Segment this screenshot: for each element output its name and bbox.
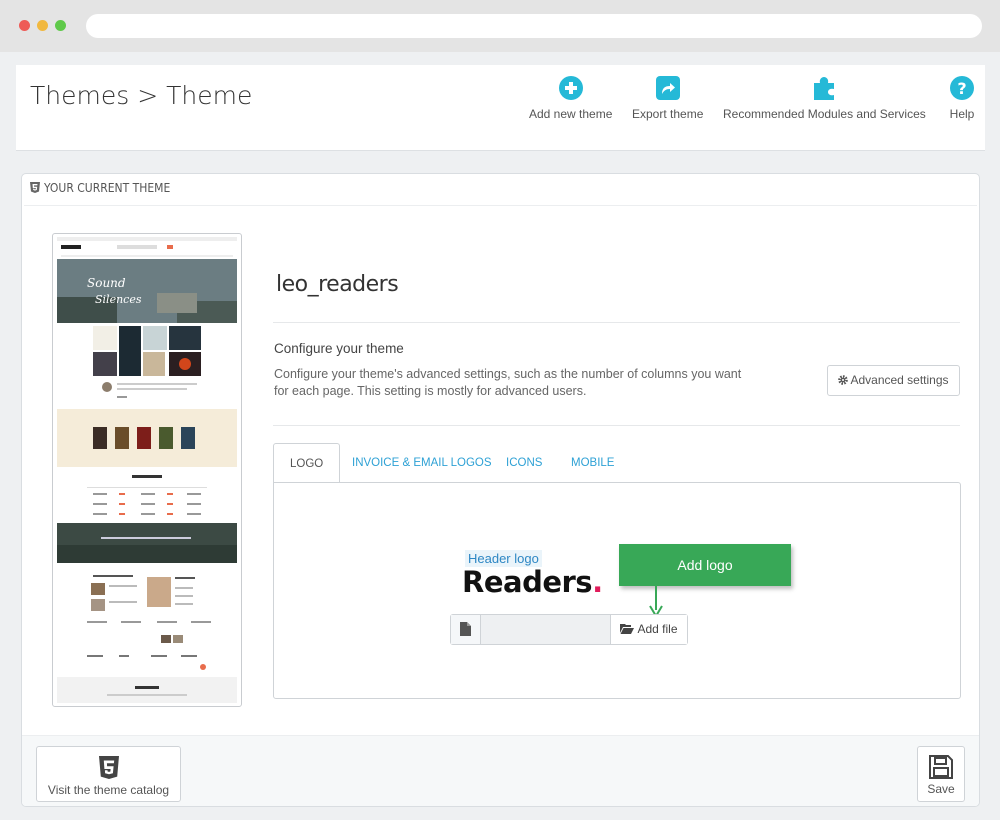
configure-description: Configure your theme's advanced settings…	[274, 367, 742, 398]
visit-theme-catalog-button[interactable]: Visit the theme catalog	[36, 746, 181, 802]
recommended-modules-button[interactable]: Recommended Modules and Services	[723, 75, 926, 121]
window-close-dot[interactable]	[19, 20, 30, 31]
add-new-theme-button[interactable]: Add new theme	[529, 75, 612, 121]
help-icon: ?	[949, 75, 975, 101]
logo-tabs: LOGO INVOICE & EMAIL LOGOS ICONS MOBILE	[273, 443, 961, 484]
current-logo-image: Readers.	[462, 565, 603, 599]
current-theme-panel: YOUR CURRENT THEME Sound Silences leo_re…	[21, 173, 980, 807]
panel-footer: Visit the theme catalog Save	[22, 735, 979, 806]
panel-heading: YOUR CURRENT THEME	[30, 181, 170, 195]
configure-title: Configure your theme	[274, 341, 404, 356]
add-logo-callout: Add logo	[619, 544, 791, 586]
export-icon	[655, 75, 681, 101]
puzzle-icon	[811, 75, 837, 101]
export-theme-button[interactable]: Export theme	[632, 75, 703, 121]
tab-invoice-email-logos[interactable]: INVOICE & EMAIL LOGOS	[336, 443, 508, 483]
save-icon	[929, 755, 953, 779]
add-file-button[interactable]: Add file	[610, 615, 687, 644]
html5-icon	[30, 182, 40, 193]
advanced-settings-button[interactable]: Advanced settings	[827, 365, 960, 396]
divider	[273, 322, 960, 323]
file-upload-group: Add file	[450, 614, 688, 645]
help-button[interactable]: ? Help	[949, 75, 975, 121]
advanced-settings-label: Advanced settings	[850, 373, 949, 387]
panel-heading-text: YOUR CURRENT THEME	[44, 181, 171, 195]
window-minimize-dot[interactable]	[37, 20, 48, 31]
save-label: Save	[927, 782, 955, 796]
page-header: Themes > Theme Add new theme Export them…	[16, 65, 985, 151]
help-label: Help	[949, 107, 975, 121]
logo-dot: .	[592, 565, 603, 599]
tab-logo[interactable]: LOGO	[273, 443, 341, 484]
theme-name: leo_readers	[276, 272, 399, 297]
divider	[24, 205, 977, 206]
add-file-label: Add file	[637, 622, 678, 636]
tab-mobile[interactable]: MOBILE	[555, 443, 630, 483]
export-theme-label: Export theme	[632, 107, 704, 121]
svg-text:Sound: Sound	[87, 276, 126, 290]
theme-preview-image: Sound Silences	[52, 233, 242, 707]
logo-tab-content: Header logo Readers. Add logo Add file	[273, 482, 961, 699]
recommended-modules-label: Recommended Modules and Services	[723, 107, 926, 121]
browser-chrome	[0, 0, 1000, 52]
address-bar[interactable]	[86, 14, 982, 38]
file-name-input[interactable]	[481, 615, 610, 644]
page-viewport: Themes > Theme Add new theme Export them…	[0, 52, 1000, 820]
add-new-theme-label: Add new theme	[529, 107, 613, 121]
add-circle-icon	[558, 75, 584, 101]
page-title: Themes > Theme	[30, 81, 253, 110]
folder-open-icon	[620, 624, 635, 634]
divider	[273, 425, 960, 426]
save-button[interactable]: Save	[917, 746, 965, 802]
window-maximize-dot[interactable]	[55, 20, 66, 31]
svg-text:Silences: Silences	[95, 293, 142, 306]
theme-preview-graphic: Sound Silences	[57, 237, 237, 703]
html5-icon	[98, 756, 119, 779]
file-icon	[451, 615, 481, 644]
svg-text:?: ?	[957, 79, 966, 98]
visit-theme-catalog-label: Visit the theme catalog	[47, 783, 170, 797]
gear-icon	[838, 375, 849, 385]
tab-icons[interactable]: ICONS	[490, 443, 558, 483]
logo-wordmark: Readers	[462, 565, 593, 599]
